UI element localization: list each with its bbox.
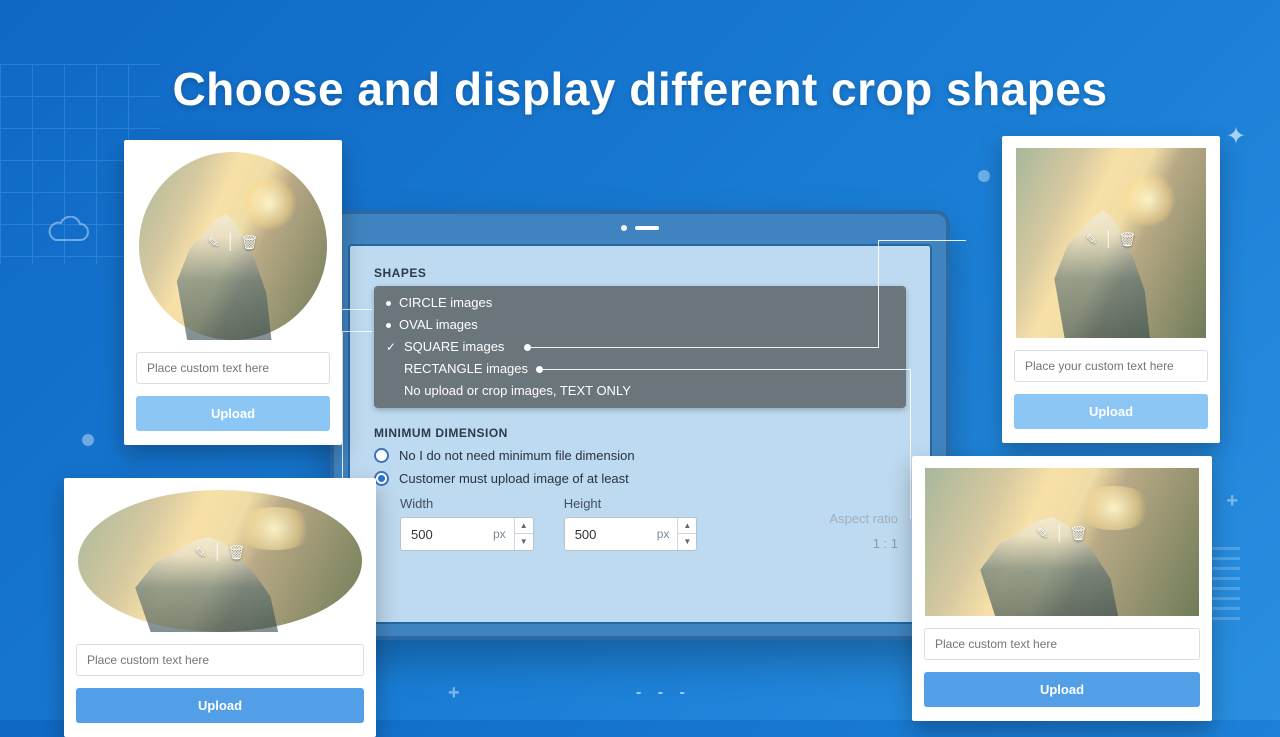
- radio-icon: [374, 471, 389, 486]
- shape-option-circle[interactable]: CIRCLE images: [384, 292, 896, 314]
- preview-image-oval: ✎ 🗑: [78, 490, 362, 632]
- preview-image-rectangle: ✎ 🗑: [925, 468, 1199, 616]
- preview-image-circle: ✎ 🗑: [139, 152, 327, 340]
- option-label: CIRCLE images: [399, 292, 492, 314]
- radio-label: Customer must upload image of at least: [399, 471, 629, 486]
- separator: [1107, 230, 1108, 248]
- height-input-wrap: px ▲▼: [564, 517, 698, 551]
- connector-line: [528, 347, 878, 348]
- width-field-label: Width: [400, 496, 534, 511]
- radio-icon: [374, 448, 389, 463]
- shapes-section-label: SHAPES: [374, 266, 906, 280]
- preview-card-oval: ✎ 🗑 Upload: [64, 478, 376, 737]
- shape-option-oval[interactable]: OVAL images: [384, 314, 896, 336]
- connector-line: [878, 240, 966, 241]
- edit-icon[interactable]: ✎: [195, 544, 207, 561]
- trash-icon[interactable]: 🗑: [227, 544, 245, 561]
- connector-line: [878, 240, 879, 348]
- decorative-stripes: [1210, 540, 1240, 620]
- decorative-dot: [978, 170, 990, 182]
- width-step-up[interactable]: ▲: [515, 518, 533, 534]
- connector-line: [540, 369, 910, 370]
- width-input[interactable]: [401, 527, 485, 542]
- decorative-dot: [82, 434, 94, 446]
- height-input[interactable]: [565, 527, 649, 542]
- laptop-topbar: [334, 214, 946, 240]
- custom-text-input[interactable]: [924, 628, 1200, 660]
- width-input-wrap: px ▲▼: [400, 517, 534, 551]
- sparkle-icon: ✦: [1226, 122, 1246, 151]
- connector-line: [342, 309, 372, 310]
- cloud-icon: [44, 216, 90, 246]
- edit-icon[interactable]: ✎: [208, 234, 220, 251]
- separator: [229, 233, 230, 251]
- trash-icon[interactable]: 🗑: [1118, 231, 1136, 248]
- separator: [1058, 524, 1059, 542]
- connector-line: [342, 331, 372, 332]
- edit-icon[interactable]: ✎: [1086, 231, 1098, 248]
- trash-icon[interactable]: 🗑: [240, 234, 258, 251]
- upload-button[interactable]: Upload: [136, 396, 330, 431]
- preview-card-square: ✎ 🗑 Upload: [1002, 136, 1220, 443]
- radio-no-min[interactable]: No I do not need minimum file dimension: [374, 448, 906, 463]
- preview-card-rectangle: ✎ 🗑 Upload: [912, 456, 1212, 721]
- trash-icon[interactable]: 🗑: [1069, 525, 1087, 542]
- decorative-plus: +: [1226, 490, 1238, 513]
- upload-button[interactable]: Upload: [76, 688, 364, 723]
- radio-label: No I do not need minimum file dimension: [399, 448, 635, 463]
- width-step-down[interactable]: ▼: [515, 534, 533, 550]
- upload-button[interactable]: Upload: [1014, 394, 1208, 429]
- height-step-up[interactable]: ▲: [678, 518, 696, 534]
- settings-panel: SHAPES CIRCLE images OVAL images ✓SQUARE…: [330, 210, 950, 640]
- page-title: Choose and display different crop shapes: [0, 62, 1280, 116]
- upload-button[interactable]: Upload: [924, 672, 1200, 707]
- custom-text-input[interactable]: [1014, 350, 1208, 382]
- unit-label: px: [649, 527, 678, 541]
- radio-min-required[interactable]: Customer must upload image of at least: [374, 471, 906, 486]
- custom-text-input[interactable]: [76, 644, 364, 676]
- connector-line: [910, 369, 911, 519]
- option-label: RECTANGLE images: [404, 358, 528, 380]
- edit-icon[interactable]: ✎: [1037, 525, 1049, 542]
- min-dimension-label: MINIMUM DIMENSION: [374, 426, 906, 440]
- shape-option-textonly[interactable]: ✓No upload or crop images, TEXT ONLY: [384, 380, 896, 402]
- height-step-down[interactable]: ▼: [678, 534, 696, 550]
- custom-text-input[interactable]: [136, 352, 330, 384]
- connector-dot: [536, 366, 543, 373]
- aspect-ratio-value: 1 : 1: [829, 536, 898, 551]
- connector-dot: [524, 344, 531, 351]
- decorative-dashes: - - -: [636, 684, 691, 702]
- option-label: OVAL images: [399, 314, 478, 336]
- separator: [216, 543, 217, 561]
- preview-image-square: ✎ 🗑: [1016, 148, 1206, 338]
- height-field-label: Height: [564, 496, 698, 511]
- unit-label: px: [485, 527, 514, 541]
- decorative-plus: +: [448, 682, 460, 705]
- preview-card-circle: ✎ 🗑 Upload: [124, 140, 342, 445]
- option-label: No upload or crop images, TEXT ONLY: [404, 380, 631, 402]
- option-label: SQUARE images: [404, 336, 504, 358]
- aspect-ratio-label: Aspect ratio: [829, 511, 898, 526]
